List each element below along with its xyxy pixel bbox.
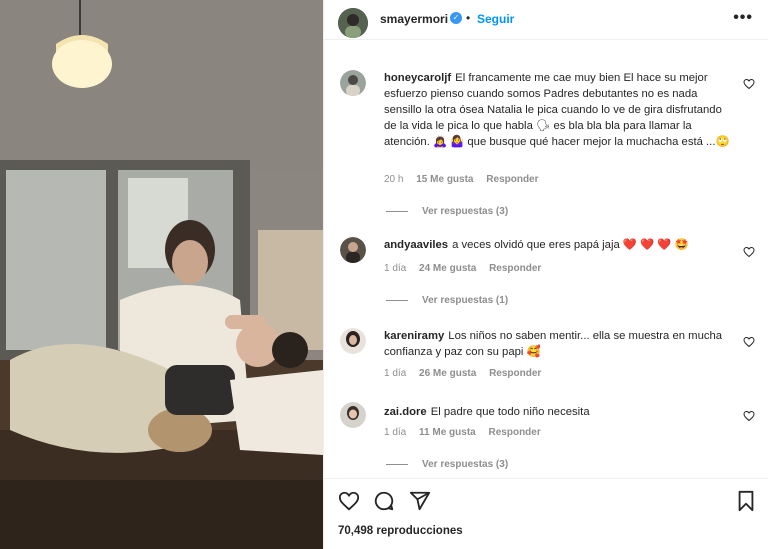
reply-button[interactable]: Responder	[486, 174, 538, 185]
author-avatar[interactable]	[338, 8, 368, 38]
comment-body: El padre que todo niño necesita	[430, 406, 590, 418]
bookmark-icon[interactable]	[735, 490, 757, 512]
comment-username[interactable]: andyaaviles	[384, 239, 448, 251]
commenter-avatar[interactable]	[340, 70, 366, 96]
author-username[interactable]: smayermori	[380, 12, 448, 26]
comment-meta: 1 día 24 Me gusta Responder	[384, 263, 551, 274]
comment-text: kareniramy Los niños no saben mentir... e…	[384, 328, 734, 360]
comment-time: 1 día	[384, 368, 407, 379]
comment-username[interactable]: honeycaroljf	[384, 72, 451, 84]
reply-button[interactable]: Responder	[489, 427, 541, 438]
comment-like-icon[interactable]	[743, 78, 755, 90]
comment-icon[interactable]	[373, 490, 395, 512]
comment-likes[interactable]: 15 Me gusta	[416, 174, 473, 185]
reply-button[interactable]: Responder	[489, 263, 541, 274]
comment-time: 20 h	[384, 174, 404, 185]
follow-button[interactable]: Seguir	[477, 12, 514, 26]
replies-divider	[386, 210, 408, 212]
comment-time: 1 día	[384, 263, 407, 274]
post-panel: smayermori ✓ • Seguir ••• honeycaroljf El…	[323, 0, 768, 549]
view-replies-label[interactable]: Ver respuestas (3)	[422, 206, 508, 217]
comment-likes[interactable]: 26 Me gusta	[419, 368, 476, 379]
post-header: smayermori ✓ • Seguir •••	[324, 0, 768, 40]
view-replies-label[interactable]: Ver respuestas (3)	[422, 459, 508, 470]
action-bar: 70,498 reproducciones	[324, 478, 768, 549]
comment-body: a veces olvidó que eres papá jaja ❤️ ❤️ …	[452, 239, 689, 251]
view-replies-label[interactable]: Ver respuestas (1)	[422, 295, 508, 306]
comment-text: zai.dore El padre que todo niño necesita	[384, 404, 734, 420]
share-icon[interactable]	[409, 490, 431, 512]
comment-like-icon[interactable]	[743, 246, 755, 258]
heart-icon[interactable]	[338, 490, 360, 512]
more-options-icon[interactable]: •••	[733, 9, 753, 27]
verified-icon: ✓	[450, 12, 462, 24]
comment-likes[interactable]: 24 Me gusta	[419, 263, 476, 274]
view-replies[interactable]: Ver respuestas (3)	[386, 206, 508, 217]
comment-username[interactable]: kareniramy	[384, 330, 444, 342]
post-media[interactable]	[0, 0, 323, 549]
commenter-avatar[interactable]	[340, 402, 366, 428]
replies-divider	[386, 299, 408, 301]
comment-username[interactable]: zai.dore	[384, 406, 427, 418]
view-count[interactable]: 70,498 reproducciones	[338, 525, 463, 537]
comment-text: honeycaroljf El francamente me cae muy bi…	[384, 70, 734, 150]
post-photo	[0, 0, 323, 549]
comment-text: andyaaviles a veces olvidó que eres papá …	[384, 237, 734, 253]
comment-meta: 20 h 15 Me gusta Responder	[384, 174, 549, 185]
view-replies[interactable]: Ver respuestas (1)	[386, 295, 508, 306]
replies-divider	[386, 463, 408, 465]
commenter-avatar[interactable]	[340, 237, 366, 263]
reply-button[interactable]: Responder	[489, 368, 541, 379]
comment-meta: 1 día 11 Me gusta Responder	[384, 427, 551, 438]
comment-like-icon[interactable]	[743, 336, 755, 348]
view-replies[interactable]: Ver respuestas (3)	[386, 459, 508, 470]
header-separator: •	[466, 11, 471, 25]
commenter-avatar[interactable]	[340, 328, 366, 354]
comment-time: 1 día	[384, 427, 407, 438]
comment-like-icon[interactable]	[743, 410, 755, 422]
comment-meta: 1 día 26 Me gusta Responder	[384, 368, 551, 379]
comment-likes[interactable]: 11 Me gusta	[419, 427, 476, 438]
